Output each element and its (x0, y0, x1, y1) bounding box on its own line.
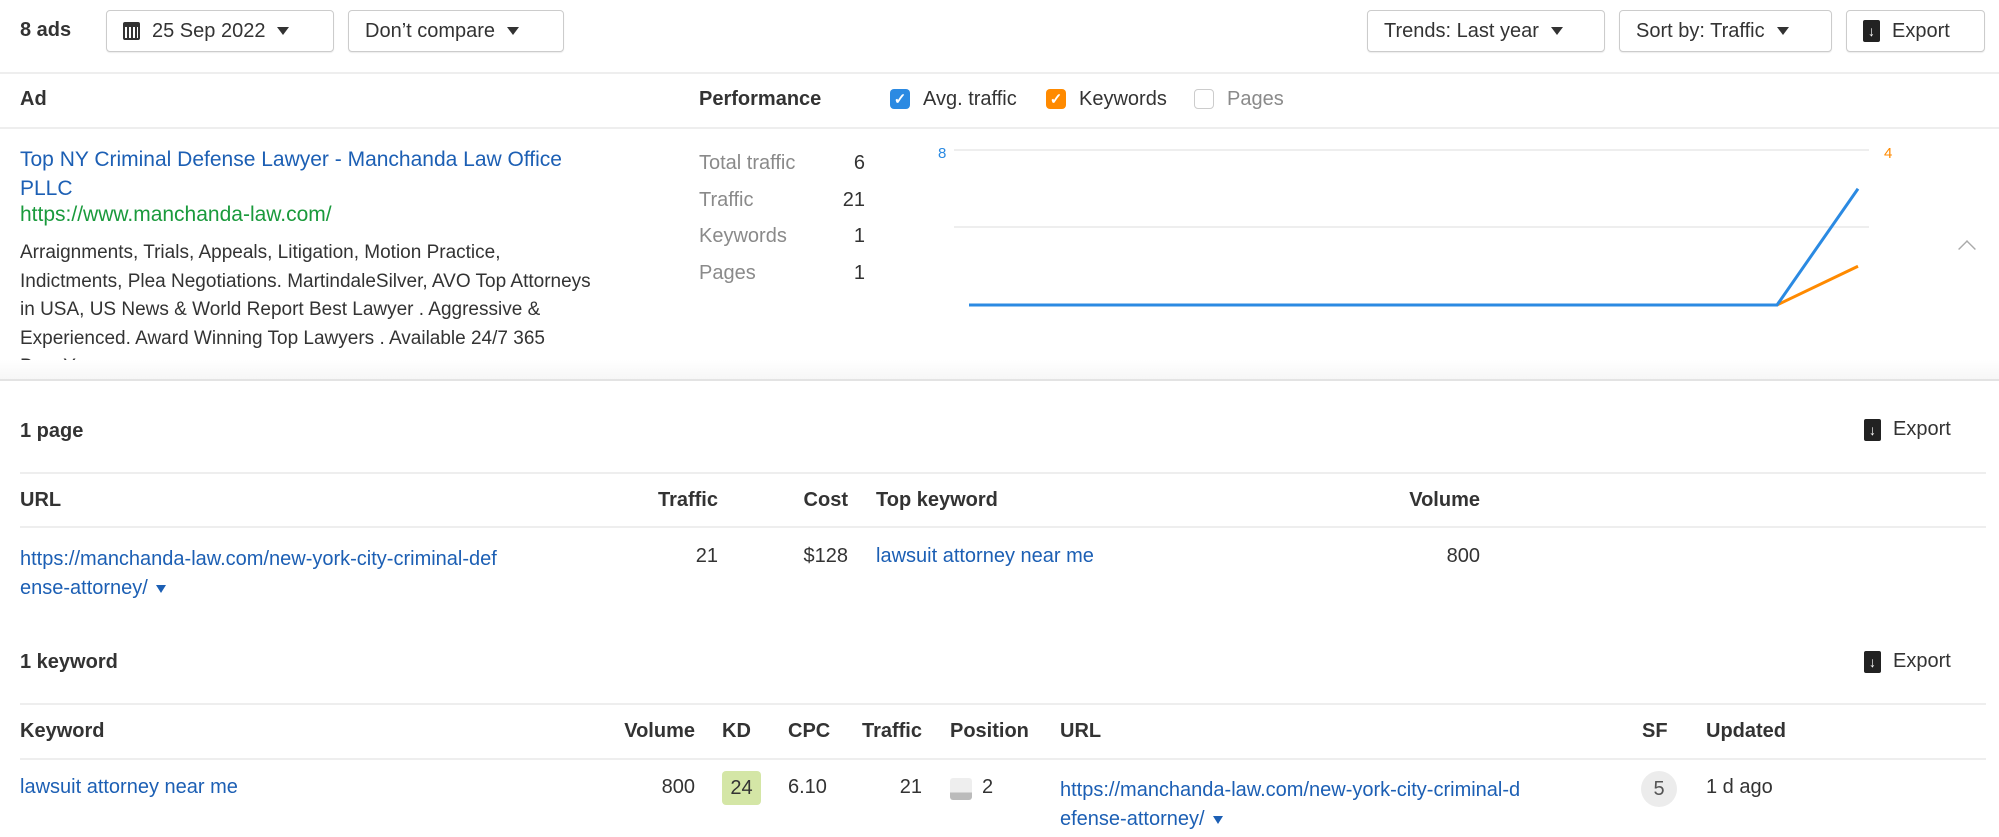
keyword-position: 2 (982, 776, 994, 798)
keyword-link[interactable]: lawsuit attorney near me (20, 776, 238, 799)
shadow (0, 360, 1999, 380)
col-position[interactable]: Position (950, 720, 1029, 743)
col-cpc[interactable]: CPC (788, 720, 830, 743)
pages-export-button[interactable]: ↓ Export (1864, 418, 1951, 441)
right-axis-max: 4 (1884, 145, 1892, 162)
export-icon: ↓ (1864, 418, 1881, 441)
divider (0, 379, 1999, 381)
col-keyword: Keyword (20, 720, 105, 742)
kd-badge: 24 (722, 771, 761, 805)
page-top-keyword-link[interactable]: lawsuit attorney near me (876, 545, 1094, 568)
page-volume: 800 (1446, 545, 1480, 567)
col-volume[interactable]: Volume (624, 720, 695, 743)
col-traffic[interactable]: Traffic (862, 720, 922, 743)
col-updated[interactable]: Updated (1706, 720, 1786, 743)
page-cost: $128 (803, 545, 849, 567)
keywords-section-title: 1 keyword (20, 651, 118, 673)
keywords-export-button[interactable]: ↓ Export (1864, 650, 1951, 673)
sf-badge[interactable]: 5 (1641, 771, 1677, 807)
col-url: URL (20, 489, 62, 511)
keyword-cpc: 6.10 (788, 776, 827, 798)
series-line-keywords (969, 264, 1859, 307)
left-axis-max: 8 (938, 145, 946, 162)
pages-section-title: 1 page (20, 420, 84, 442)
series-line-avg-traffic (969, 187, 1860, 307)
export-icon: ↓ (1864, 650, 1881, 673)
col-cost[interactable]: Cost (804, 489, 848, 512)
dropdown-caret-icon (155, 584, 166, 593)
col-sf[interactable]: SF (1642, 720, 1668, 743)
serp-position-icon (950, 778, 972, 800)
col-top-keyword: Top keyword (876, 489, 998, 511)
page-url-link[interactable]: https://manchanda-law.com/new-york-city-… (20, 545, 497, 603)
dropdown-caret-icon (1212, 815, 1223, 824)
col-traffic[interactable]: Traffic (658, 489, 718, 512)
divider (20, 703, 1986, 705)
keyword-updated: 1 d ago (1706, 776, 1773, 798)
page-traffic: 21 (695, 545, 718, 567)
divider (20, 472, 1986, 474)
divider (20, 526, 1986, 528)
col-kd[interactable]: KD (722, 720, 751, 743)
keyword-url-link[interactable]: https://manchanda-law.com/new-york-city-… (1060, 776, 1520, 834)
keyword-traffic: 21 (899, 776, 922, 798)
performance-chart: 8 4 (938, 145, 1892, 307)
divider (20, 758, 1986, 760)
col-url: URL (1060, 720, 1102, 742)
keyword-volume: 800 (661, 776, 695, 798)
col-volume[interactable]: Volume (1409, 489, 1480, 512)
